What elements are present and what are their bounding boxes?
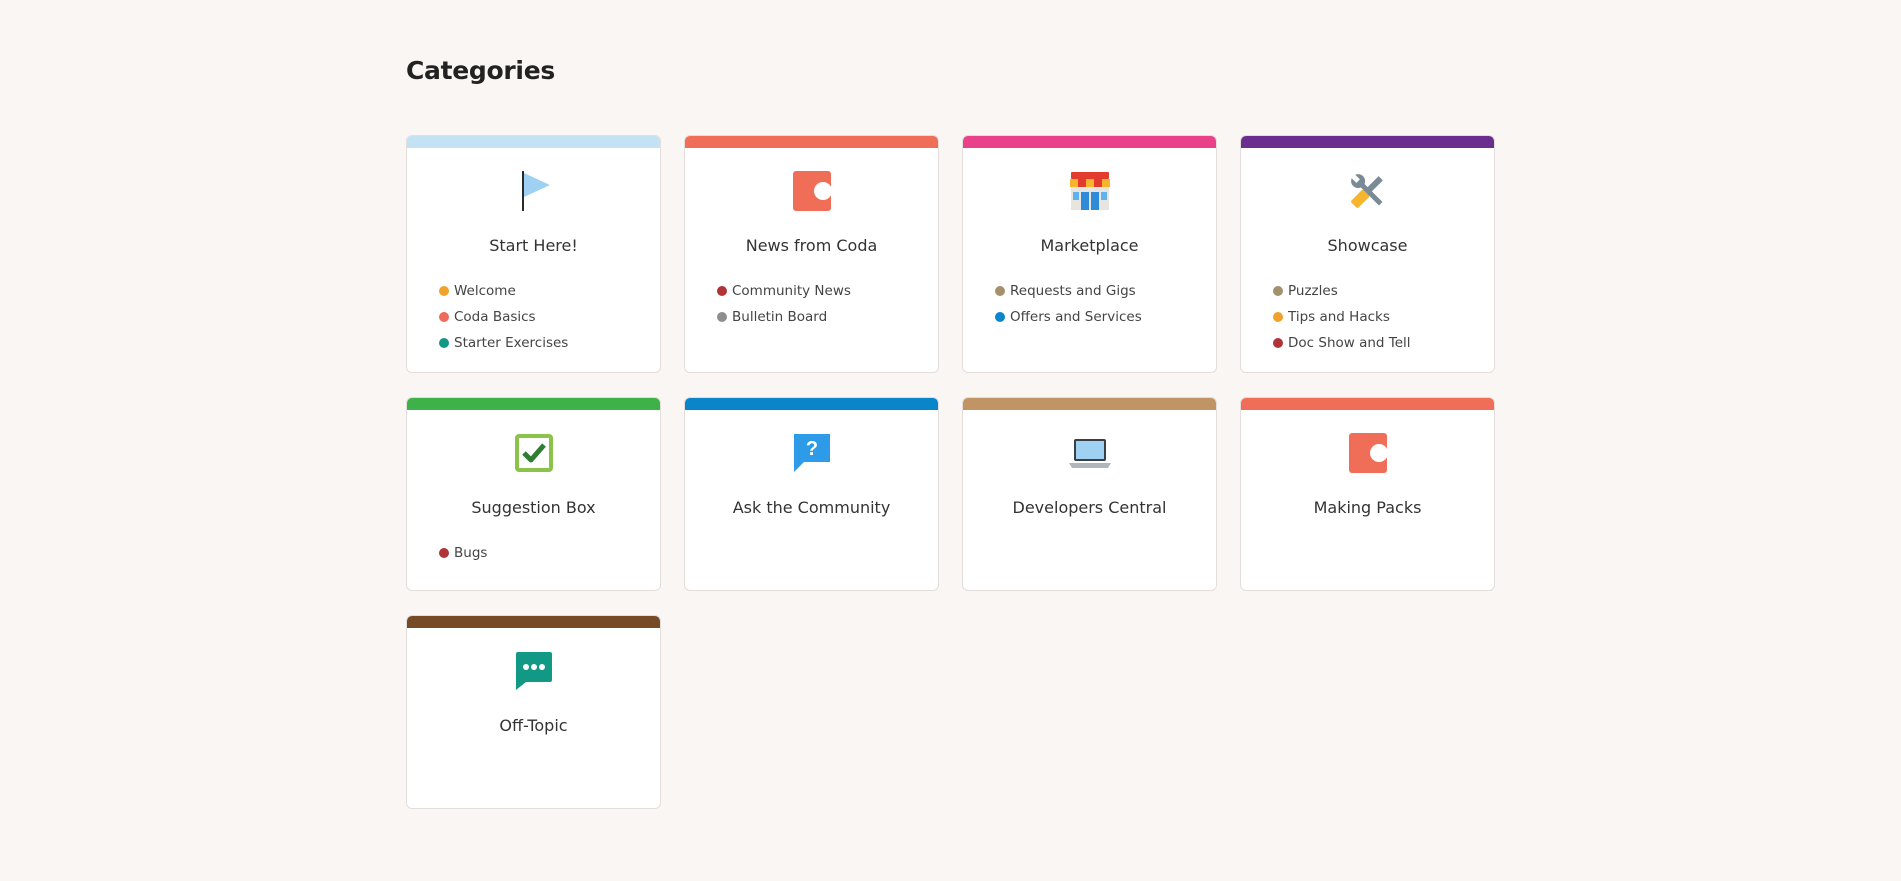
subcategory-label: Bulletin Board: [732, 309, 828, 325]
subcategory-color-dot: [439, 338, 449, 348]
store-icon: [1068, 169, 1112, 213]
category-title[interactable]: News from Coda: [685, 236, 938, 255]
subcategory-list: Welcome Coda Basics Starter Exercises: [439, 278, 568, 356]
category-card-ask-the-community[interactable]: ? Ask the Community: [684, 397, 939, 591]
chat-bubble-icon: [512, 649, 556, 693]
subcategory-list: Requests and Gigs Offers and Services: [995, 278, 1142, 330]
tools-icon: [1346, 169, 1390, 213]
subcategory-link[interactable]: Starter Exercises: [439, 330, 568, 356]
category-color-bar: [685, 398, 938, 410]
category-card-marketplace[interactable]: Marketplace Requests and Gigs Offers and S…: [962, 135, 1217, 373]
subcategory-link[interactable]: Welcome: [439, 278, 568, 304]
category-title[interactable]: Suggestion Box: [407, 498, 660, 517]
subcategory-label: Doc Show and Tell: [1288, 335, 1411, 351]
category-color-bar: [1241, 136, 1494, 148]
laptop-icon: [1068, 431, 1112, 475]
category-color-bar: [685, 136, 938, 148]
subcategory-color-dot: [717, 312, 727, 322]
category-color-bar: [963, 136, 1216, 148]
question-bubble-icon: ?: [790, 431, 834, 475]
page-title: Categories: [406, 56, 555, 85]
subcategory-label: Coda Basics: [454, 309, 536, 325]
category-title[interactable]: Making Packs: [1241, 498, 1494, 517]
category-title[interactable]: Ask the Community: [685, 498, 938, 517]
subcategory-link[interactable]: Bulletin Board: [717, 304, 851, 330]
subcategory-color-dot: [439, 312, 449, 322]
category-color-bar: [963, 398, 1216, 410]
subcategory-link[interactable]: Bugs: [439, 540, 487, 566]
subcategory-list: Puzzles Tips and Hacks Doc Show and Tell: [1273, 278, 1411, 356]
category-title[interactable]: Showcase: [1241, 236, 1494, 255]
category-color-bar: [407, 398, 660, 410]
category-title[interactable]: Start Here!: [407, 236, 660, 255]
subcategory-link[interactable]: Requests and Gigs: [995, 278, 1142, 304]
category-card-making-packs[interactable]: Making Packs: [1240, 397, 1495, 591]
subcategory-label: Offers and Services: [1010, 309, 1142, 325]
category-card-showcase[interactable]: Showcase Puzzles Tips and Hacks Doc Show an…: [1240, 135, 1495, 373]
checkbox-icon: [512, 431, 556, 475]
subcategory-list: Bugs: [439, 540, 487, 566]
category-color-bar: [407, 136, 660, 148]
subcategory-label: Community News: [732, 283, 851, 299]
subcategory-list: Community News Bulletin Board: [717, 278, 851, 330]
category-card-start-here[interactable]: Start Here! Welcome Coda Basics Starter Exe…: [406, 135, 661, 373]
category-color-bar: [407, 616, 660, 628]
subcategory-link[interactable]: Puzzles: [1273, 278, 1411, 304]
subcategory-link[interactable]: Community News: [717, 278, 851, 304]
subcategory-color-dot: [1273, 312, 1283, 322]
category-card-news-from-coda[interactable]: News from Coda Community News Bulletin Boa…: [684, 135, 939, 373]
subcategory-link[interactable]: Doc Show and Tell: [1273, 330, 1411, 356]
subcategory-label: Puzzles: [1288, 283, 1338, 299]
coda-logo-icon: [790, 169, 834, 213]
category-title[interactable]: Off-Topic: [407, 716, 660, 735]
category-color-bar: [1241, 398, 1494, 410]
subcategory-color-dot: [439, 286, 449, 296]
subcategory-color-dot: [1273, 286, 1283, 296]
flag-icon: [512, 169, 556, 213]
subcategory-color-dot: [439, 548, 449, 558]
subcategory-label: Tips and Hacks: [1288, 309, 1390, 325]
category-card-suggestion-box[interactable]: Suggestion Box Bugs: [406, 397, 661, 591]
subcategory-label: Starter Exercises: [454, 335, 569, 351]
subcategory-color-dot: [1273, 338, 1283, 348]
subcategory-label: Requests and Gigs: [1010, 283, 1136, 299]
subcategory-label: Welcome: [454, 283, 516, 299]
subcategory-color-dot: [717, 286, 727, 296]
category-card-developers-central[interactable]: Developers Central: [962, 397, 1217, 591]
subcategory-label: Bugs: [454, 545, 488, 561]
subcategory-link[interactable]: Tips and Hacks: [1273, 304, 1411, 330]
categories-grid: Start Here! Welcome Coda Basics Starter Exe…: [406, 135, 1495, 809]
subcategory-link[interactable]: Coda Basics: [439, 304, 568, 330]
svg-text:?: ?: [805, 438, 817, 460]
category-card-off-topic[interactable]: Off-Topic: [406, 615, 661, 809]
subcategory-color-dot: [995, 312, 1005, 322]
coda-logo-icon: [1346, 431, 1390, 475]
subcategory-color-dot: [995, 286, 1005, 296]
subcategory-link[interactable]: Offers and Services: [995, 304, 1142, 330]
category-title[interactable]: Marketplace: [963, 236, 1216, 255]
category-title[interactable]: Developers Central: [963, 498, 1216, 517]
